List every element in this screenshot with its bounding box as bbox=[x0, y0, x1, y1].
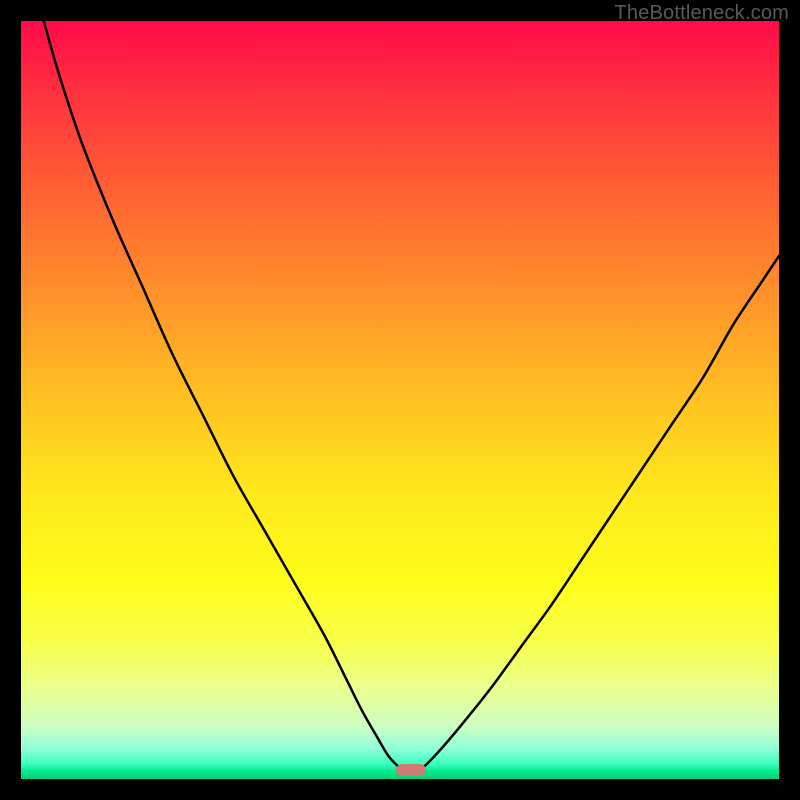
chart-background-gradient bbox=[21, 21, 779, 779]
minimum-marker bbox=[396, 764, 426, 776]
chart-plot-area bbox=[21, 21, 779, 779]
